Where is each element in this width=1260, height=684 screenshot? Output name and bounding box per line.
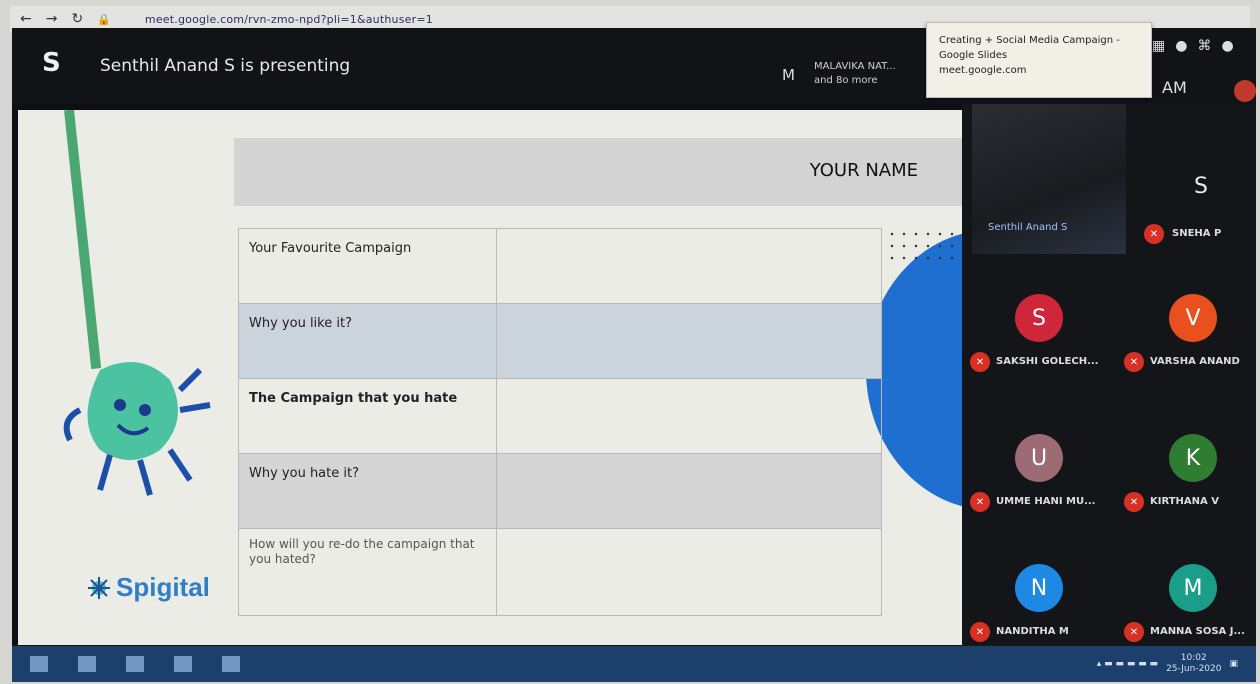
participant-name: SAKSHI GOLECH... [996,356,1099,367]
your-name-label: YOUR NAME [809,160,918,181]
participant-name: MALAVIKA NAT... [814,61,896,72]
participant-initial: S [1194,174,1208,199]
participant-name: UMME HANI MU... [996,496,1096,507]
logo-icon [88,576,110,599]
self-video-tile[interactable]: Senthil Anand S [972,104,1126,254]
rope-decoration [64,110,102,370]
mic-off-icon: ✕ [970,492,990,512]
table-row: How will you re-do the campaign that you… [238,529,882,616]
participant-name: NANDITHA M [996,626,1069,637]
avatar: N [1015,564,1063,612]
avatar: V [1169,294,1217,342]
row-value [496,304,882,378]
row-label: Why you like it? [238,304,496,378]
participant-list-summary[interactable]: MALAVIKA NAT... and 8o more [814,60,896,88]
mic-off-icon: ✕ [1124,492,1144,512]
row-value [496,379,882,453]
back-icon[interactable]: ← [20,11,32,27]
row-value [496,454,882,528]
mic-off-icon: ✕ [970,622,990,642]
tray-time: 10:02 [1180,653,1207,663]
table-row: Why you like it? [238,304,882,379]
presenting-label: Senthil Anand S is presenting [100,56,351,76]
participant-name: SNEHA P [1172,228,1222,239]
presentation-slide: YOUR NAME Your Favourite Campaign Why yo… [18,110,970,645]
participant-name: KIRTHANA V [1150,496,1219,507]
participant-more: and 8o more [814,75,878,86]
mic-off-icon: ✕ [1124,352,1144,372]
lock-icon: 🔒 [97,12,111,26]
campaign-table: Your Favourite Campaign Why you like it?… [238,228,882,616]
presenter-avatar: S [42,48,61,78]
tray-clock[interactable]: 10:02 25-Jun-2020 [1166,653,1221,675]
search-icon[interactable] [78,656,96,672]
bell-icon[interactable]: ● [1175,38,1187,54]
start-icon[interactable] [30,656,48,672]
participant-name: MANNA SOSA J... [1150,626,1245,637]
row-label: Why you hate it? [238,454,496,528]
profile-icon[interactable]: ● [1221,38,1233,54]
tooltip-title: Creating + Social Media Campaign - [939,35,1120,46]
avatar: M [1169,564,1217,612]
forward-icon[interactable]: → [46,11,58,27]
table-row: The Campaign that you hate [238,379,882,454]
avatar[interactable] [1234,80,1256,102]
participants-panel: Senthil Anand S S ✕ SNEHA P S ✕ SAKSHI G… [962,104,1256,660]
row-value [496,229,882,303]
table-row: Your Favourite Campaign [238,229,882,304]
app-icon[interactable] [222,656,240,672]
address-bar[interactable]: meet.google.com/rvn-zmo-npd?pli=1&authus… [145,13,433,26]
toolbar-icons: ▦ ● ⌘ ● [1152,38,1234,54]
participant-tile[interactable]: S ✕ SAKSHI GOLECH... [970,294,1110,414]
tooltip-app: Google Slides [939,50,1008,61]
participant-tile[interactable]: V ✕ VARSHA ANAND [1124,294,1260,414]
tooltip-domain: meet.google.com [939,65,1027,76]
avatar: S [1015,294,1063,342]
logo-text: Spigital [116,572,210,602]
name-banner: YOUR NAME [234,138,966,206]
mic-off-icon: ✕ [1144,224,1164,244]
tray-icons[interactable]: ▴ ▬ ▬ ▬ ▬ ▬ [1097,659,1158,669]
row-value [496,529,882,615]
mic-off-icon: ✕ [970,352,990,372]
browser-icon[interactable] [126,656,144,672]
tray-date: 25-Jun-2020 [1166,664,1222,674]
taskbar: ▴ ▬ ▬ ▬ ▬ ▬ 10:02 25-Jun-2020 ▣ [12,646,1256,682]
row-label: How will you re-do the campaign that you… [238,529,496,615]
system-tray: ▴ ▬ ▬ ▬ ▬ ▬ 10:02 25-Jun-2020 ▣ [1097,653,1238,675]
reload-icon[interactable]: ↻ [71,11,83,27]
self-name: Senthil Anand S [988,222,1068,233]
row-label: Your Favourite Campaign [238,229,496,303]
explorer-icon[interactable] [174,656,192,672]
dots-decoration [886,228,956,268]
clock: AM [1162,78,1187,97]
participant-tile[interactable]: K ✕ KIRTHANA V [1124,434,1260,554]
avatar: K [1169,434,1217,482]
mic-off-icon: ✕ [1124,622,1144,642]
pin-icon[interactable]: ⌘ [1197,38,1211,54]
tab-tooltip: Creating + Social Media Campaign - Googl… [926,22,1152,98]
notification-icon[interactable]: ▣ [1229,659,1238,669]
avatar: U [1015,434,1063,482]
table-row: Why you hate it? [238,454,882,529]
participant-name: VARSHA ANAND [1150,356,1240,367]
participant-tile[interactable]: U ✕ UMME HANI MU... [970,434,1110,554]
mascot-illustration [63,362,211,496]
participant-avatar: M [782,66,795,84]
meet-screen: S Senthil Anand S is presenting M MALAVI… [12,22,1256,660]
grid-icon[interactable]: ▦ [1152,38,1165,54]
brand-logo: Spigital [88,572,210,603]
row-label: The Campaign that you hate [238,379,496,453]
